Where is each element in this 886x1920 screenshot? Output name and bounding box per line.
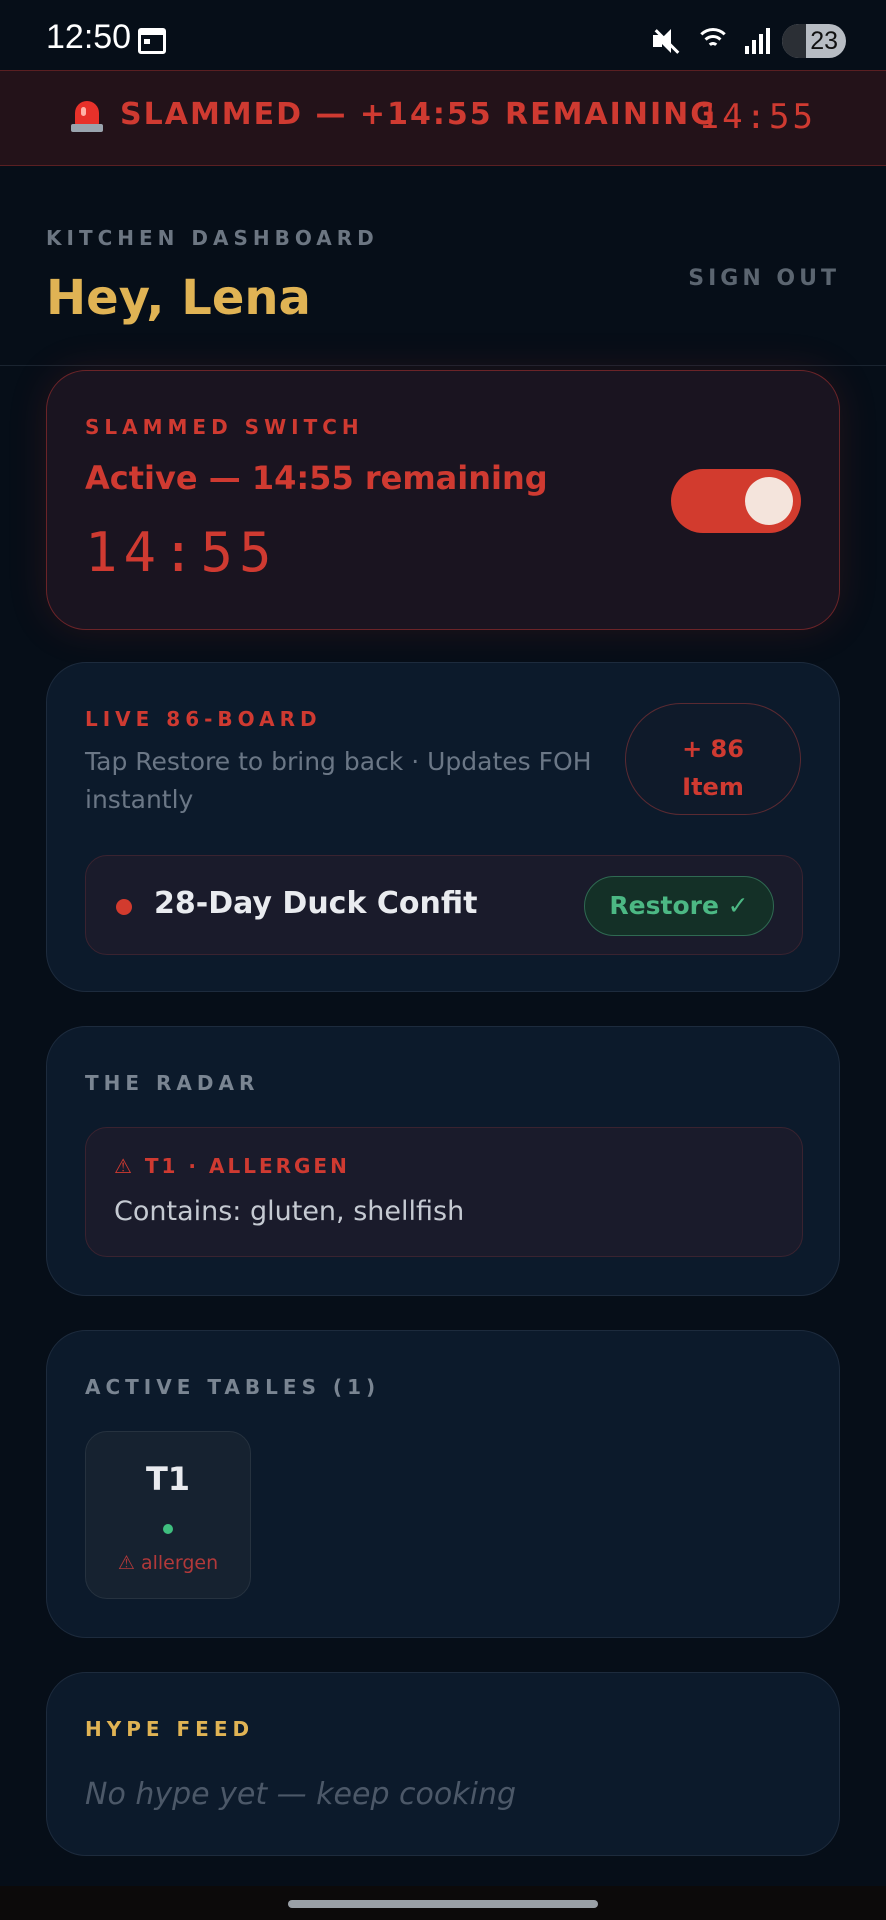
allergen-alert: ⚠ T1 · ALLERGEN Contains: gluten, shellf… (85, 1127, 803, 1257)
tables-label: ACTIVE TABLES (1) (85, 1375, 381, 1399)
slammed-banner: SLAMMED — +14:55 REMAINING 14:55 (0, 70, 886, 166)
status-dot (116, 899, 132, 915)
slammed-toggle[interactable] (671, 469, 801, 533)
active-tables-card: ACTIVE TABLES (1) T1 ⚠ allergen (46, 1330, 840, 1638)
slammed-status: Active — 14:55 remaining (85, 459, 548, 497)
radar-card: THE RADAR ⚠ T1 · ALLERGEN Contains: glut… (46, 1026, 840, 1296)
table-allergen-flag: ⚠ allergen (117, 1552, 219, 1574)
board-label: LIVE 86-BOARD (85, 707, 322, 731)
page-kicker: KITCHEN DASHBOARD (46, 226, 379, 250)
86-item-name: 28-Day Duck Confit (154, 886, 478, 921)
slammed-timer: 14:55 (85, 521, 278, 584)
slammed-switch-label: SLAMMED SWITCH (85, 415, 364, 439)
table-tile[interactable]: T1 ⚠ allergen (85, 1431, 251, 1599)
alert-text: Contains: gluten, shellfish (114, 1196, 465, 1227)
slammed-switch-card: SLAMMED SWITCH Active — 14:55 remaining … (46, 370, 840, 630)
banner-text: SLAMMED — +14:55 REMAINING (120, 97, 717, 132)
status-icons: 23 (651, 24, 846, 58)
status-time: 12:50 (46, 18, 132, 56)
battery-icon: 23 (782, 24, 846, 58)
status-bar: 12:50 23 (0, 0, 886, 70)
calendar-icon (138, 28, 166, 54)
wifi-icon (693, 26, 733, 56)
battery-level: 23 (810, 26, 838, 55)
siren-icon (70, 99, 104, 133)
restore-button[interactable]: Restore ✓ (584, 876, 774, 936)
86-item-row: 28-Day Duck Confit Restore ✓ (85, 855, 803, 955)
hype-empty-state: No hype yet — keep cooking (85, 1777, 517, 1812)
sign-out-button[interactable]: SIGN OUT (688, 266, 840, 291)
live-86-board-card: LIVE 86-BOARD Tap Restore to bring back … (46, 662, 840, 992)
hype-label: HYPE FEED (85, 1717, 255, 1741)
toggle-knob (745, 477, 793, 525)
greeting: Hey, Lena (46, 270, 311, 326)
radar-label: THE RADAR (85, 1071, 260, 1095)
add-button-line2: Item (682, 772, 744, 801)
table-name: T1 (145, 1460, 191, 1498)
signal-icon (745, 28, 770, 54)
table-status-dot (163, 1524, 173, 1534)
mute-icon (651, 27, 681, 55)
alert-title: ⚠ T1 · ALLERGEN (114, 1154, 350, 1178)
dashboard-header: KITCHEN DASHBOARD Hey, Lena SIGN OUT (0, 166, 886, 366)
gesture-nav-bar (0, 1886, 886, 1920)
hype-feed-card: HYPE FEED No hype yet — keep cooking (46, 1672, 840, 1856)
add-86-item-button[interactable]: + 86 Item (625, 703, 801, 815)
home-indicator[interactable] (288, 1900, 598, 1908)
board-subtitle: Tap Restore to bring back · Updates FOH … (85, 747, 592, 814)
add-button-line1: + 86 (682, 734, 744, 763)
banner-timer: 14:55 (698, 97, 816, 137)
